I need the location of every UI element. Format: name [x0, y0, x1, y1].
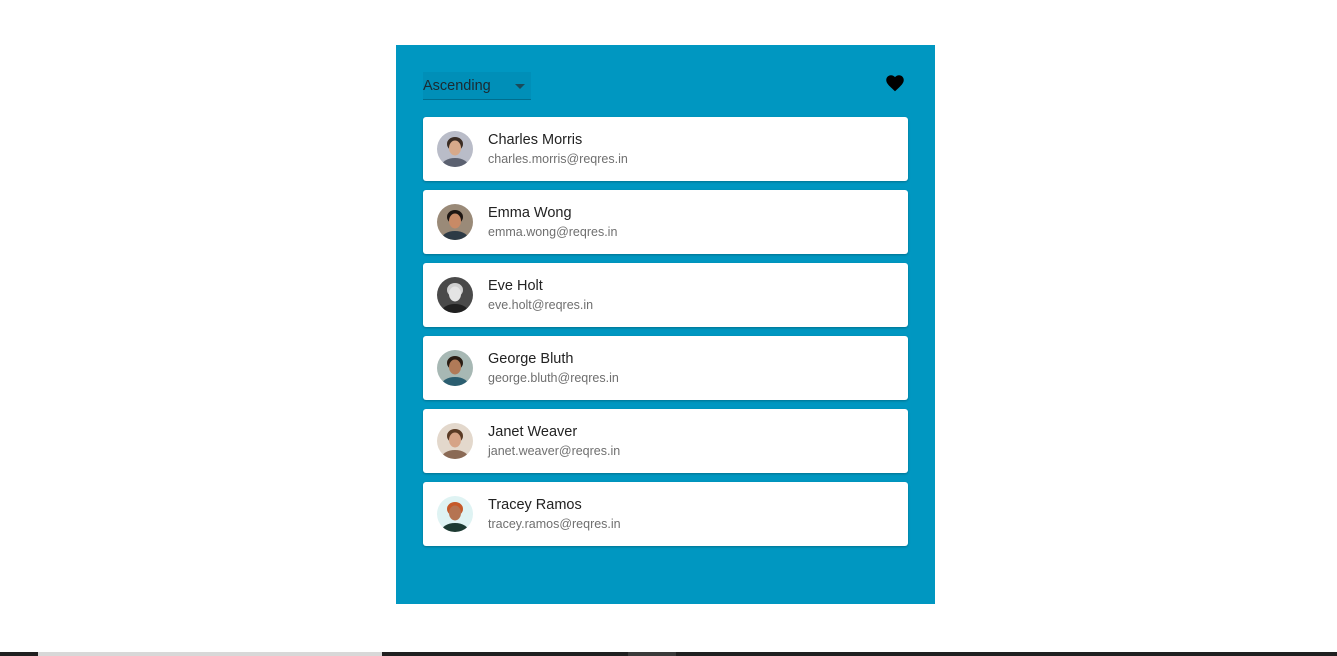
scrollbar-marker — [628, 652, 676, 656]
user-name: Charles Morris — [488, 132, 583, 148]
user-email: george.bluth@reqres.in — [488, 371, 619, 385]
user-card[interactable]: Eve Holt eve.holt@reqres.in — [423, 263, 908, 327]
user-card[interactable]: Charles Morris charles.morris@reqres.in — [423, 117, 908, 181]
user-list: Charles Morris charles.morris@reqres.in Em… — [423, 117, 908, 555]
user-name: Emma Wong — [488, 205, 572, 221]
user-card[interactable]: George Bluth george.bluth@reqres.in — [423, 336, 908, 400]
sort-order-select[interactable]: Ascending — [423, 72, 531, 100]
avatar — [437, 350, 473, 386]
user-name: Eve Holt — [488, 278, 543, 294]
avatar — [437, 423, 473, 459]
user-card[interactable]: Janet Weaver janet.weaver@reqres.in — [423, 409, 908, 473]
user-email: eve.holt@reqres.in — [488, 298, 594, 312]
avatar — [437, 131, 473, 167]
user-name: George Bluth — [488, 351, 574, 367]
avatar — [437, 204, 473, 240]
bottom-scrollbar[interactable] — [0, 652, 1337, 656]
user-email: charles.morris@reqres.in — [488, 152, 628, 166]
avatar — [437, 496, 473, 532]
user-list-panel: Ascending Charles Morris charles.morris@r… — [396, 45, 935, 604]
user-name: Tracey Ramos — [488, 497, 582, 513]
user-name: Janet Weaver — [488, 424, 578, 440]
avatar — [437, 277, 473, 313]
sort-order-value: Ascending — [423, 78, 491, 94]
heart-icon — [885, 73, 909, 92]
user-email: janet.weaver@reqres.in — [488, 444, 621, 458]
chevron-down-icon — [515, 84, 525, 89]
user-card[interactable]: Emma Wong emma.wong@reqres.in — [423, 190, 908, 254]
user-card[interactable]: Tracey Ramos tracey.ramos@reqres.in — [423, 482, 908, 546]
scrollbar-thumb[interactable] — [38, 652, 382, 656]
user-email: tracey.ramos@reqres.in — [488, 517, 621, 531]
user-email: emma.wong@reqres.in — [488, 225, 618, 239]
favorites-button[interactable] — [885, 73, 909, 95]
